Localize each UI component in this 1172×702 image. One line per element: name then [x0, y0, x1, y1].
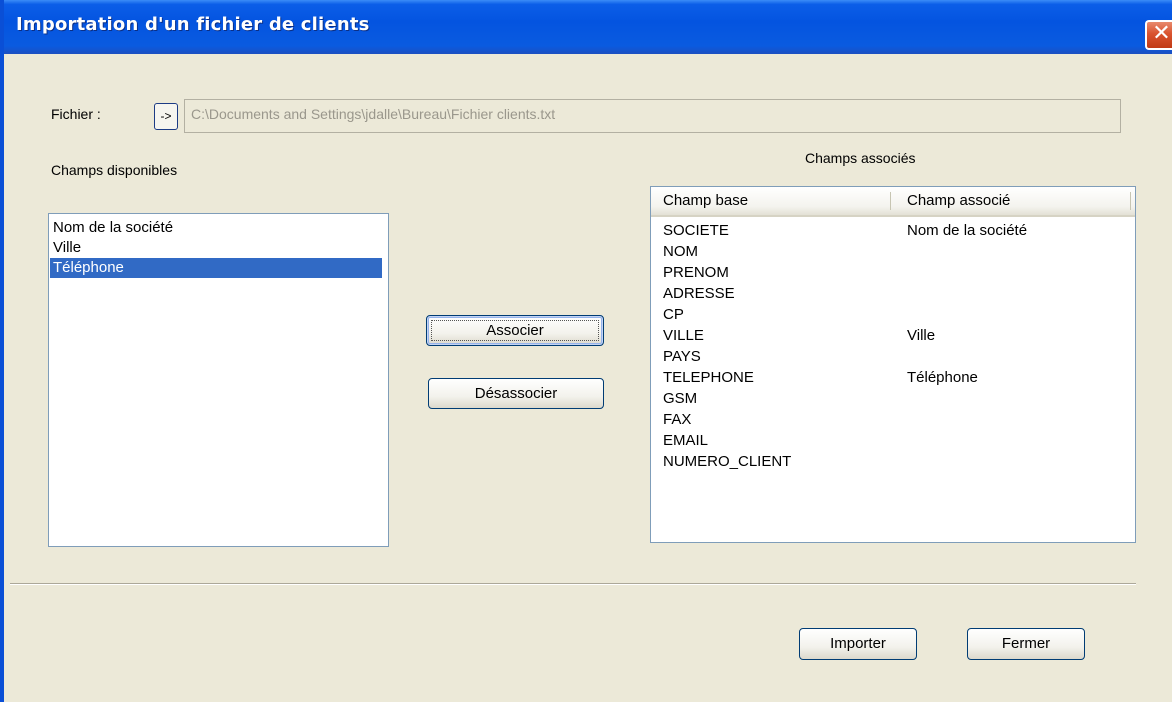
- column-divider[interactable]: [1130, 192, 1131, 210]
- table-row[interactable]: VILLE Ville: [651, 325, 1135, 346]
- available-fields-label: Champs disponibles: [51, 162, 178, 178]
- table-row[interactable]: GSM: [651, 388, 1135, 409]
- cell-champ-associe: Ville: [907, 327, 936, 344]
- close-button-label: Fermer: [1001, 635, 1051, 652]
- associated-fields-label: Champs associés: [805, 150, 916, 166]
- table-row[interactable]: SOCIETE Nom de la société: [651, 220, 1135, 241]
- table-row[interactable]: TELEPHONE Téléphone: [651, 367, 1135, 388]
- file-path-field[interactable]: C:\Documents and Settings\jdalle\Bureau\…: [184, 99, 1121, 133]
- import-button-label: Importer: [830, 635, 886, 652]
- available-fields-list[interactable]: Nom de la société Ville Téléphone: [48, 213, 389, 547]
- column-divider[interactable]: [890, 192, 891, 210]
- table-row[interactable]: EMAIL: [651, 430, 1135, 451]
- cell-champ-base: SOCIETE: [663, 222, 729, 239]
- table-row[interactable]: PRENOM: [651, 262, 1135, 283]
- table-row[interactable]: NOM: [651, 241, 1135, 262]
- cell-champ-base: PRENOM: [663, 264, 729, 281]
- footer-divider: [10, 583, 1136, 585]
- close-button[interactable]: Fermer: [967, 628, 1085, 660]
- title-bar[interactable]: Importation d'un fichier de clients ✕: [4, 0, 1172, 54]
- column-header-champ-associe[interactable]: Champ associé: [907, 192, 1010, 209]
- cell-champ-base: CP: [663, 306, 684, 323]
- list-item[interactable]: Ville: [50, 238, 382, 258]
- cell-champ-base: TELEPHONE: [663, 369, 754, 386]
- dissociate-button-label: Désassocier: [474, 385, 558, 402]
- cell-champ-associe: Nom de la société: [907, 222, 1028, 239]
- browse-file-button[interactable]: ->: [154, 103, 178, 130]
- window-title: Importation d'un fichier de clients: [16, 14, 370, 35]
- dissociate-button[interactable]: Désassocier: [428, 378, 604, 409]
- table-row[interactable]: CP: [651, 304, 1135, 325]
- cell-champ-base: PAYS: [663, 348, 701, 365]
- associated-fields-table[interactable]: Champ base Champ associé SOCIETE Nom de l…: [650, 186, 1136, 543]
- cell-champ-base: NOM: [663, 243, 698, 260]
- column-header-champ-base[interactable]: Champ base: [663, 192, 748, 209]
- table-row[interactable]: FAX: [651, 409, 1135, 430]
- table-row[interactable]: NUMERO_CLIENT: [651, 451, 1135, 472]
- cell-champ-base: VILLE: [663, 327, 704, 344]
- table-row[interactable]: PAYS: [651, 346, 1135, 367]
- table-header: Champ base Champ associé: [651, 187, 1135, 217]
- table-body: SOCIETE Nom de la société NOM PRENOM ADRE…: [651, 220, 1135, 472]
- list-item[interactable]: Téléphone: [50, 258, 382, 278]
- list-item[interactable]: Nom de la société: [50, 218, 382, 238]
- cell-champ-base: FAX: [663, 411, 692, 428]
- file-label: Fichier :: [51, 106, 101, 122]
- close-icon[interactable]: ✕: [1145, 20, 1172, 50]
- cell-champ-associe: Téléphone: [907, 369, 978, 386]
- cell-champ-base: NUMERO_CLIENT: [663, 453, 792, 470]
- import-button[interactable]: Importer: [799, 628, 917, 660]
- cell-champ-base: EMAIL: [663, 432, 709, 449]
- table-row[interactable]: ADRESSE: [651, 283, 1135, 304]
- cell-champ-base: ADRESSE: [663, 285, 735, 302]
- focus-rect: [431, 320, 599, 341]
- cell-champ-base: GSM: [663, 390, 698, 407]
- dialog-window: Importation d'un fichier de clients ✕ Fi…: [0, 0, 1172, 702]
- associate-button[interactable]: Associer: [426, 315, 604, 346]
